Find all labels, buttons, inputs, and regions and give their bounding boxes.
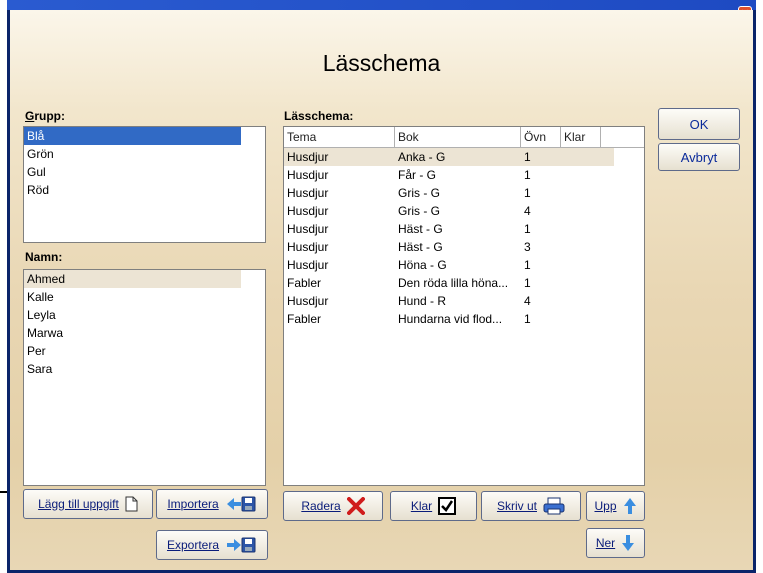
namn-list-item[interactable]: Leyla	[24, 306, 265, 324]
table-row[interactable]: Husdjur Anka - G 1	[284, 148, 614, 166]
table-cell	[561, 274, 601, 292]
table-cell: Husdjur	[287, 150, 329, 164]
table-cell: 1	[524, 258, 531, 272]
table-cell: Hundarna vid flod...	[398, 312, 503, 326]
lasschema-label: Lässchema:	[284, 109, 354, 123]
import-button[interactable]: Importera	[156, 489, 268, 519]
table-cell: Fabler	[287, 276, 322, 290]
namn-label: Namn:	[25, 250, 63, 264]
column-header-bok[interactable]: Bok	[395, 127, 521, 147]
table-row[interactable]: Husdjur Gris - G 4	[284, 202, 644, 220]
export-button[interactable]: Exportera	[156, 530, 268, 560]
print-button[interactable]: Skriv ut	[481, 491, 581, 521]
table-cell: Husdjur	[287, 222, 329, 236]
table-cell	[561, 202, 601, 220]
ok-button[interactable]: OK	[658, 108, 740, 140]
table-cell	[561, 220, 601, 238]
namn-list[interactable]: Ahmed Kalle Leyla Marwa Per Sara	[23, 269, 266, 486]
table-cell: 1	[524, 150, 531, 164]
namn-list-item[interactable]: Ahmed	[24, 270, 241, 288]
grupp-label: Grupp:	[25, 109, 65, 123]
lasschema-grid[interactable]: Tema Bok Övn Klar Husdjur Anka - G 1 Husdju…	[283, 126, 645, 486]
table-row[interactable]: Fabler Hundarna vid flod... 1	[284, 310, 644, 328]
printer-icon	[543, 497, 565, 515]
column-header-klar[interactable]: Klar	[561, 127, 601, 147]
table-cell	[561, 184, 601, 202]
table-cell: Husdjur	[287, 186, 329, 200]
table-cell: Husdjur	[287, 204, 329, 218]
export-icon	[227, 537, 256, 553]
table-cell: Husdjur	[287, 258, 329, 272]
table-cell: 1	[524, 168, 531, 182]
table-cell: Gris - G	[398, 186, 440, 200]
new-document-icon	[125, 496, 138, 512]
table-cell: 3	[524, 240, 531, 254]
grid-body: Husdjur Anka - G 1 Husdjur Får - G 1 Husdjur Gr…	[284, 148, 644, 328]
table-cell: 1	[524, 222, 531, 236]
table-cell: Anka - G	[398, 150, 446, 164]
table-cell: Husdjur	[287, 294, 329, 308]
table-cell: 1	[524, 276, 531, 290]
table-row[interactable]: Husdjur Häst - G 3	[284, 238, 644, 256]
cancel-button[interactable]: Avbryt	[658, 143, 740, 171]
table-cell: Husdjur	[287, 240, 329, 254]
arrow-down-icon	[622, 535, 635, 551]
table-cell: 1	[524, 312, 531, 326]
dialog-window: ✕ Lässchema Grupp: BlåGrönGulRöd Namn: A…	[7, 0, 756, 573]
add-task-button[interactable]: Lägg till uppgift	[23, 489, 153, 519]
grupp-list-item[interactable]: Gul	[24, 163, 265, 181]
grupp-list-item[interactable]: Grön	[24, 145, 265, 163]
table-cell	[561, 256, 601, 274]
table-cell: Höna - G	[398, 258, 447, 272]
table-row[interactable]: Husdjur Gris - G 1	[284, 184, 644, 202]
table-cell: Gris - G	[398, 204, 440, 218]
table-cell: Häst - G	[398, 222, 443, 236]
column-header-tema[interactable]: Tema	[284, 127, 395, 147]
import-icon	[226, 496, 256, 512]
table-cell: Den röda lilla höna...	[398, 276, 509, 290]
table-cell: Häst - G	[398, 240, 443, 254]
delete-x-icon	[346, 497, 365, 515]
table-cell: Husdjur	[287, 168, 329, 182]
table-row[interactable]: Fabler Den röda lilla höna... 1	[284, 274, 644, 292]
arrow-up-icon	[623, 498, 636, 514]
delete-button[interactable]: Radera	[283, 491, 383, 521]
table-cell: 4	[524, 204, 531, 218]
table-cell: Får - G	[398, 168, 436, 182]
namn-list-item[interactable]: Kalle	[24, 288, 265, 306]
table-row[interactable]: Husdjur Höna - G 1	[284, 256, 644, 274]
table-row[interactable]: Husdjur Hund - R 4	[284, 292, 644, 310]
table-cell	[561, 238, 601, 256]
grupp-list-item[interactable]: Blå	[24, 127, 241, 145]
table-cell: Hund - R	[398, 294, 447, 308]
dialog-client: Lässchema Grupp: Blå Grön Gul Röd Namn: Ahm…	[10, 10, 753, 570]
title-bar	[7, 0, 756, 10]
table-cell: Fabler	[287, 312, 322, 326]
checkbox-checked-icon	[438, 497, 457, 515]
table-cell	[561, 310, 601, 328]
table-cell	[561, 148, 601, 166]
table-cell: 4	[524, 294, 531, 308]
grid-header: Tema Bok Övn Klar	[284, 127, 644, 148]
namn-list-item[interactable]: Per	[24, 342, 265, 360]
table-cell	[561, 292, 601, 310]
move-down-button[interactable]: Ner	[586, 528, 645, 558]
table-cell: 1	[524, 186, 531, 200]
table-row[interactable]: Husdjur Häst - G 1	[284, 220, 644, 238]
grupp-list[interactable]: Blå Grön Gul Röd	[23, 126, 266, 243]
column-header-ovn[interactable]: Övn	[521, 127, 561, 147]
table-row[interactable]: Husdjur Får - G 1	[284, 166, 644, 184]
move-up-button[interactable]: Upp	[586, 491, 645, 521]
namn-list-item[interactable]: Sara	[24, 360, 265, 378]
namn-list-item[interactable]: Marwa	[24, 324, 265, 342]
page-title: Lässchema	[322, 50, 441, 76]
done-button[interactable]: Klar	[390, 491, 477, 521]
table-cell	[561, 166, 601, 184]
grupp-list-item[interactable]: Röd	[24, 181, 265, 199]
